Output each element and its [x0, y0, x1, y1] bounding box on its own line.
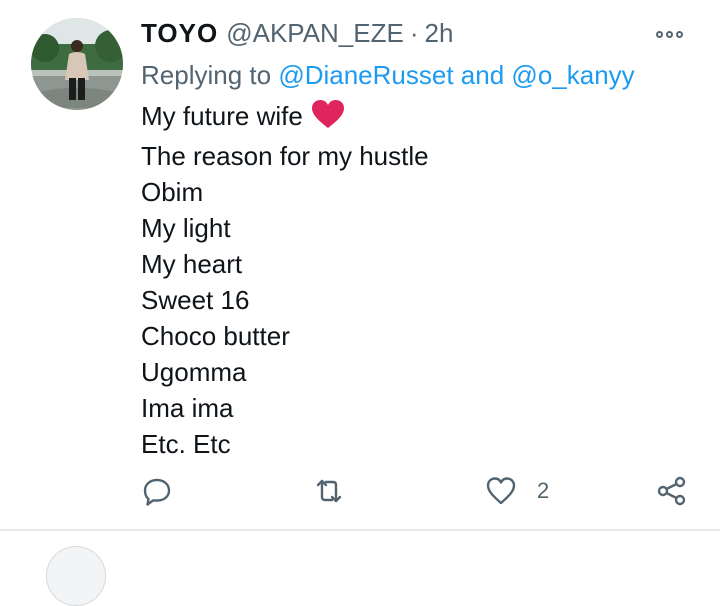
tweet-line: Ima ima	[141, 393, 234, 423]
retweet-icon	[313, 475, 345, 507]
tweet-line: My heart	[141, 249, 243, 279]
tweet-actions: 2	[0, 475, 720, 515]
like-count: 2	[537, 478, 550, 503]
reply-and-text[interactable]: and	[461, 60, 504, 90]
tweet-line: Choco butter	[141, 321, 290, 351]
share-button[interactable]	[656, 475, 688, 507]
tweet-line: My light	[141, 213, 231, 243]
more-options-icon[interactable]	[656, 26, 690, 42]
next-tweet-avatar[interactable]	[46, 546, 106, 606]
display-name[interactable]: TOYO	[141, 18, 218, 48]
replying-prefix: Replying to	[141, 60, 272, 90]
tweet-header: TOYO @AKPAN_EZE · 2h	[141, 18, 453, 49]
more-dot	[656, 30, 663, 38]
reply-user-link-1[interactable]: @DianeRusset	[278, 60, 453, 90]
avatar[interactable]	[31, 18, 123, 110]
red-heart-emoji-icon	[311, 99, 345, 138]
more-dot	[676, 30, 683, 38]
avatar-photo	[31, 18, 123, 110]
tweet-line: Sweet 16	[141, 285, 250, 315]
reply-user-link-2[interactable]: @o_kanyy	[511, 60, 634, 90]
share-icon	[656, 475, 688, 507]
separator-dot: ·	[409, 18, 419, 48]
more-dot	[666, 30, 673, 38]
tweet-divider	[0, 529, 720, 531]
tweet-line: My future wife	[141, 98, 429, 138]
tweet-line: Etc. Etc	[141, 429, 231, 459]
like-icon	[485, 475, 517, 507]
replying-to: Replying to @DianeRusset and @o_kanyy	[141, 60, 635, 91]
user-handle[interactable]: @AKPAN_EZE	[226, 18, 404, 48]
tweet-line: Ugomma	[141, 357, 247, 387]
retweet-button[interactable]	[313, 475, 345, 507]
tweet-line-text: My future wife	[141, 101, 303, 131]
tweet-line: The reason for my hustle	[141, 141, 429, 171]
reply-icon	[141, 475, 173, 507]
timestamp[interactable]: 2h	[425, 18, 454, 48]
like-button[interactable]: 2	[485, 475, 549, 507]
reply-button[interactable]	[141, 475, 173, 507]
tweet-text: My future wife The reason for my hustle …	[141, 98, 429, 462]
tweet-line: Obim	[141, 177, 204, 207]
